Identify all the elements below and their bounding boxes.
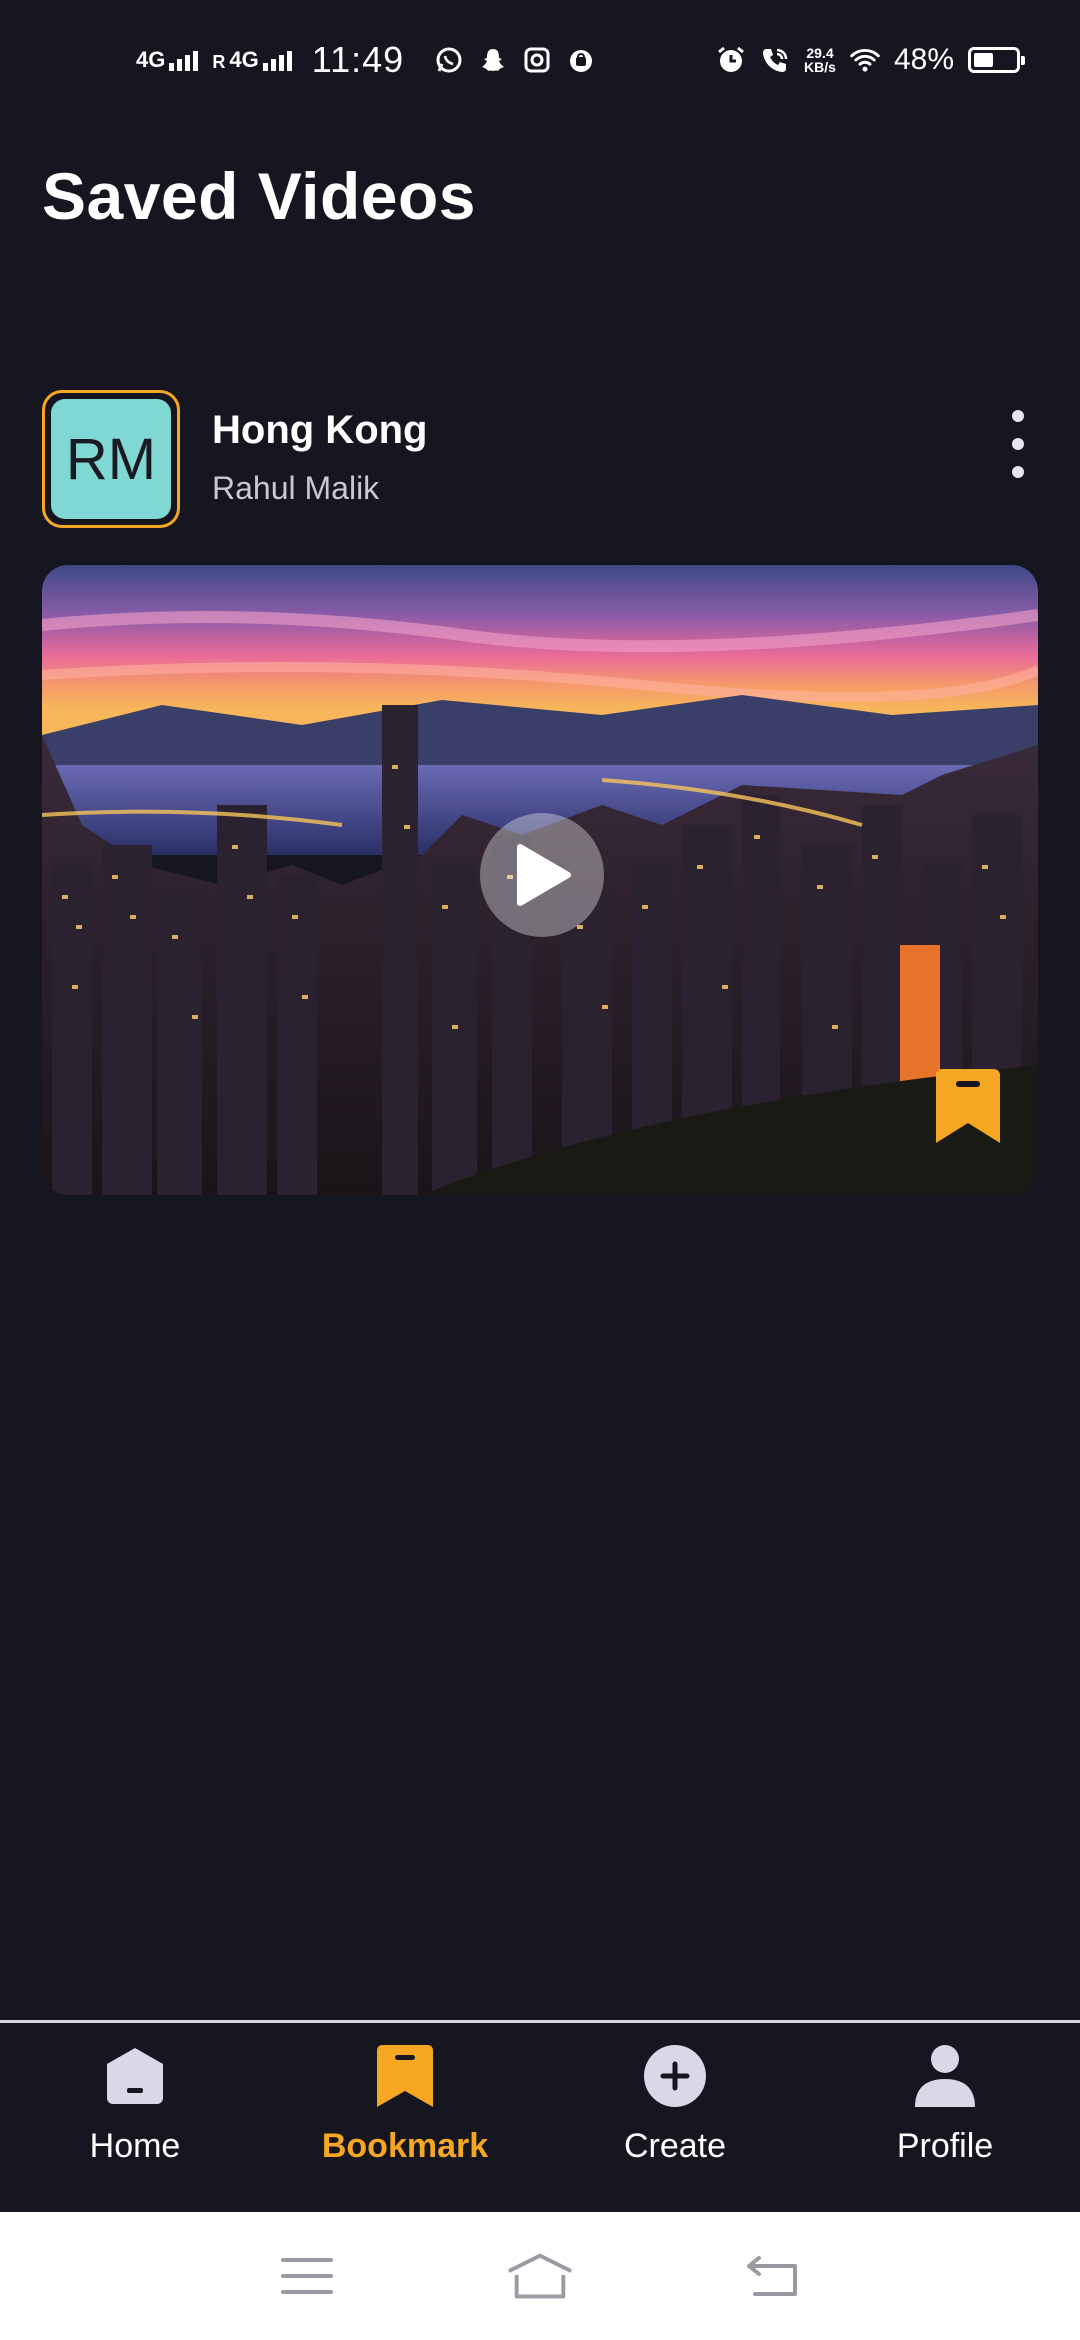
video-title[interactable]: Hong Kong (212, 408, 428, 453)
instagram-icon (522, 45, 552, 75)
wifi-icon (850, 45, 880, 75)
add-circle-icon (642, 2043, 708, 2109)
bookmark-toggle-button[interactable] (934, 1067, 1002, 1145)
play-button[interactable] (480, 813, 604, 937)
battery-icon (968, 47, 1025, 73)
nav-profile-label: Profile (896, 2127, 994, 2165)
nav-home[interactable]: Home (0, 2023, 270, 2212)
video-thumbnail[interactable] (42, 565, 1038, 1195)
status-bar-left: 4G R 4G 11:49 (136, 39, 596, 81)
nav-home-label: Home (89, 2127, 181, 2165)
whatsapp-icon (434, 45, 464, 75)
alarm-icon (716, 45, 746, 75)
status-bar: 4G R 4G 11:49 29.4 KB/s 48% (0, 0, 1080, 120)
network-speed-unit: KB/s (804, 59, 836, 75)
snapchat-icon (478, 45, 508, 75)
signal-bars-icon-2 (262, 49, 292, 71)
back-icon (747, 2256, 798, 2296)
nav-bookmark-label: Bookmark (321, 2127, 489, 2165)
home-outline-icon (508, 2253, 572, 2299)
shopping-bag-icon (566, 45, 596, 75)
network-type-label: 4G (136, 47, 166, 72)
menu-icon (280, 2258, 333, 2294)
home-icon (102, 2043, 168, 2109)
nav-profile[interactable]: Profile (810, 2023, 1080, 2212)
system-navigation-bar (0, 2212, 1080, 2340)
signal-indicator-2: R 4G (212, 47, 292, 72)
nav-bookmark[interactable]: Bookmark (270, 2023, 540, 2212)
network-type-label-2: 4G (229, 47, 259, 72)
signal-bars-icon (169, 49, 199, 71)
recent-apps-button[interactable] (272, 2246, 342, 2306)
post-header: RM Hong Kong Rahul Malik (42, 390, 1038, 528)
home-system-button[interactable] (505, 2246, 575, 2306)
play-icon (517, 844, 571, 906)
more-options-button[interactable] (998, 410, 1038, 478)
signal-indicator-1: 4G (136, 47, 199, 72)
avatar-initials: RM (51, 399, 171, 519)
avatar[interactable]: RM (42, 390, 180, 528)
clock: 11:49 (311, 39, 405, 80)
roaming-label: R (212, 52, 226, 72)
more-dot-icon (1012, 438, 1024, 450)
network-speed: 29.4 KB/s (804, 46, 836, 74)
page-title: Saved Videos (42, 159, 477, 233)
network-speed-value: 29.4 (806, 45, 834, 61)
profile-icon (912, 2043, 978, 2109)
more-dot-icon (1012, 410, 1024, 422)
nav-create-label: Create (623, 2127, 727, 2165)
status-bar-right: 29.4 KB/s 48% (716, 43, 1025, 77)
nav-create[interactable]: Create (540, 2023, 810, 2212)
bookmark-filled-icon (936, 1069, 1000, 1143)
video-author[interactable]: Rahul Malik (212, 470, 379, 507)
bookmark-icon (372, 2043, 438, 2109)
wifi-calling-icon (760, 45, 790, 75)
bottom-navigation: Home Bookmark Create Profile (0, 2020, 1080, 2212)
more-dot-icon (1012, 466, 1024, 478)
back-button[interactable] (738, 2246, 808, 2306)
battery-percent: 48% (893, 43, 954, 76)
battery-fill (974, 53, 994, 67)
